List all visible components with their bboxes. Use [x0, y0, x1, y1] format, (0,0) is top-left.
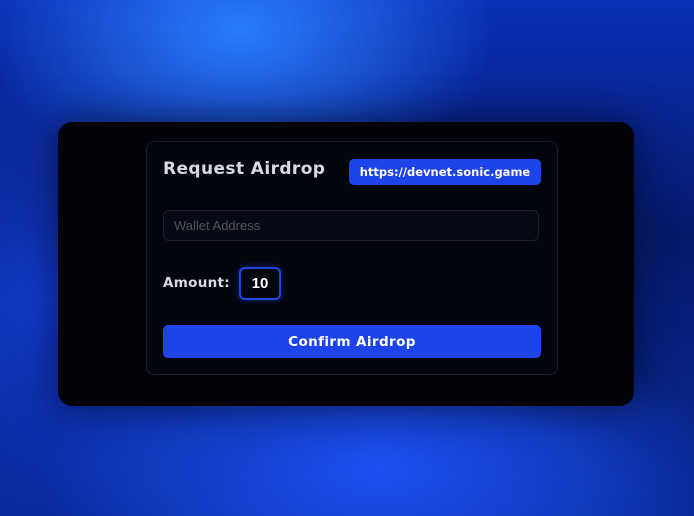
airdrop-form: Request Airdrop https://devnet.sonic.gam…	[146, 141, 558, 375]
form-title: Request Airdrop	[163, 159, 326, 179]
wallet-address-input[interactable]	[163, 210, 539, 241]
amount-input[interactable]	[239, 267, 281, 300]
network-url-button[interactable]: https://devnet.sonic.game	[349, 159, 541, 185]
amount-label: Amount:	[163, 275, 230, 291]
confirm-airdrop-button[interactable]: Confirm Airdrop	[163, 325, 541, 358]
airdrop-modal: Request Airdrop https://devnet.sonic.gam…	[58, 122, 634, 406]
